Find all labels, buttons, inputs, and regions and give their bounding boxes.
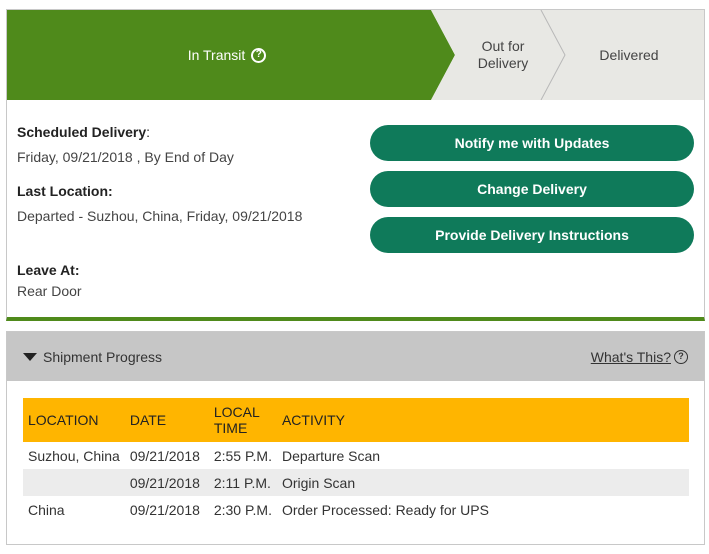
whats-this: What's This? ? (591, 332, 688, 381)
step-out-for-delivery-line1: Out for (481, 38, 525, 54)
shipment-progress-section: Shipment Progress What's This? ? LOCATIO… (6, 331, 705, 545)
help-circle-icon[interactable]: ? (674, 349, 688, 364)
notify-me-button[interactable]: Notify me with Updates (370, 125, 694, 161)
last-location: Last Location: Departed - Suzhou, China,… (17, 183, 302, 224)
table-row: Suzhou, China 09/21/2018 2:55 P.M. Depar… (23, 442, 689, 469)
row-location: China (28, 501, 65, 518)
row-activity: Order Processed: Ready for UPS (281, 501, 489, 518)
row-time: 2:55 P.M. (213, 447, 272, 464)
help-circle-icon[interactable]: ? (251, 47, 267, 63)
whats-this-link[interactable]: What's This? (591, 349, 671, 365)
step-delivered: Delivered (567, 10, 691, 100)
row-time: 2:11 P.M. (208, 469, 277, 496)
scheduled-delivery-value: Friday, 09/21/2018 , By End of Day (17, 149, 234, 165)
row-activity: Departure Scan (281, 447, 381, 464)
leave-at-label: Leave At: (17, 262, 80, 278)
table-row: China 09/21/2018 2:30 P.M. Order Process… (23, 496, 689, 523)
delivery-progress-tracker: In Transit ? Out for Delivery Delivered (7, 10, 704, 100)
step-delivered-label: Delivered (599, 46, 659, 63)
row-activity: Origin Scan (276, 469, 689, 496)
column-date: DATE (124, 398, 209, 442)
column-activity: ACTIVITY (276, 398, 689, 442)
scheduled-delivery: Scheduled Delivery: Friday, 09/21/2018 ,… (17, 124, 234, 165)
column-location: LOCATION (23, 398, 125, 442)
scheduled-delivery-label: Scheduled Delivery (17, 124, 147, 140)
last-location-value: Departed - Suzhou, China, Friday, 09/21/… (17, 208, 303, 224)
delivery-status-card: In Transit ? Out for Delivery Delivered … (6, 9, 705, 321)
step-out-for-delivery: Out for Delivery (457, 10, 549, 100)
step-in-transit-label: In Transit (187, 46, 246, 63)
table-row: 09/21/2018 2:11 P.M. Origin Scan (23, 469, 689, 496)
column-local-time: LOCAL TIME (208, 398, 277, 442)
row-date: 09/21/2018 (129, 447, 200, 464)
row-date: 09/21/2018 (124, 469, 209, 496)
caret-down-icon[interactable] (23, 352, 37, 361)
last-location-label: Last Location: (17, 183, 113, 199)
leave-at-value: Rear Door (17, 283, 82, 299)
shipment-progress-title[interactable]: Shipment Progress (43, 349, 162, 365)
column-local-time-line1: LOCAL (213, 404, 260, 420)
step-in-transit: In Transit ? (7, 10, 447, 100)
row-time: 2:30 P.M. (213, 501, 272, 518)
row-date: 09/21/2018 (129, 501, 200, 518)
table-header-row: LOCATION DATE LOCAL TIME ACTIVITY (23, 398, 689, 442)
scheduled-delivery-colon: : (146, 124, 151, 140)
change-delivery-button[interactable]: Change Delivery (370, 171, 694, 207)
step-out-for-delivery-line2: Delivery (477, 55, 529, 71)
shipment-progress-header[interactable]: Shipment Progress What's This? ? (7, 332, 704, 381)
row-location (23, 469, 125, 496)
row-location: Suzhou, China (28, 447, 120, 464)
column-local-time-line2: TIME (213, 420, 248, 436)
shipment-activity-table: LOCATION DATE LOCAL TIME ACTIVITY Suzhou,… (23, 398, 689, 523)
provide-delivery-instructions-button[interactable]: Provide Delivery Instructions (370, 217, 694, 253)
leave-at: Leave At: Rear Door (17, 262, 82, 299)
